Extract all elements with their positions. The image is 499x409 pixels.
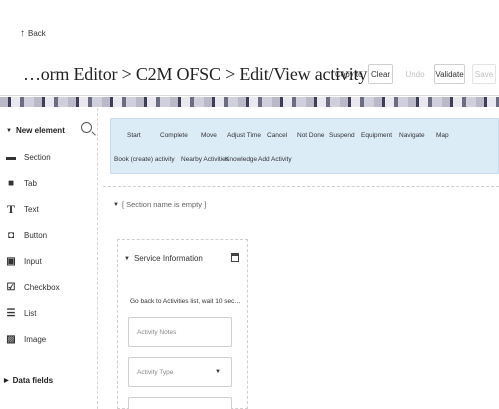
action-navigate[interactable]: Navigate: [399, 132, 425, 139]
section-name: [ Section name is empty ]: [121, 200, 207, 209]
service-section-title[interactable]: ▼ Service Information: [124, 254, 203, 263]
service-section-label: Service Information: [133, 254, 203, 263]
action-nearby-activities[interactable]: Nearby Activities: [181, 156, 229, 163]
text-icon: T: [6, 201, 15, 216]
action-map[interactable]: Map: [436, 132, 449, 139]
input-icon: ▣: [6, 255, 16, 267]
action-complete[interactable]: Complete: [160, 132, 188, 139]
checkbox-icon: ☑: [6, 281, 16, 293]
chevron-down-icon: ▼: [113, 201, 119, 208]
list-icon: ☰: [6, 307, 16, 319]
go-back-text: Go back to Activities list, wait 10 sec…: [130, 298, 241, 305]
actions-bar: Start Complete Move Adjust Time Cancel N…: [110, 118, 499, 174]
form-canvas: Start Complete Move Adjust Time Cancel N…: [103, 108, 499, 409]
action-add-activity[interactable]: Add Activity: [258, 156, 292, 163]
undo-button[interactable]: Undo: [403, 64, 427, 84]
palette-item-text[interactable]: T Text: [6, 201, 39, 216]
activity-type-placeholder: Activity Type: [137, 368, 174, 376]
action-adjust-time[interactable]: Adjust Time: [227, 132, 261, 139]
image-icon: ▨: [6, 333, 16, 345]
action-not-done[interactable]: Not Done: [297, 132, 324, 139]
new-element-label: New element: [15, 126, 65, 135]
palette-item-input[interactable]: ▣ Input: [6, 255, 42, 267]
section-header[interactable]: ▼ [ Section name is empty ]: [113, 200, 206, 209]
palette-item-label: Input: [24, 256, 42, 266]
palette-item-image[interactable]: ▨ Image: [6, 333, 47, 345]
back-link[interactable]: ↑ Back: [20, 28, 46, 39]
new-element-header[interactable]: ▼ New element: [6, 122, 96, 135]
palette-item-label: Button: [24, 230, 48, 240]
palette-item-section[interactable]: ▬ Section: [6, 151, 51, 163]
button-icon: ◘: [7, 229, 15, 241]
activity-type-select[interactable]: Activity Type ▼: [128, 357, 232, 387]
action-equipment[interactable]: Equipment: [361, 132, 392, 139]
palette-item-button[interactable]: ◘ Button: [6, 229, 48, 241]
action-move[interactable]: Move: [201, 132, 217, 139]
divider: [103, 186, 499, 187]
validate-button[interactable]: Validate: [434, 64, 465, 84]
action-suspend[interactable]: Suspend: [329, 132, 355, 139]
save-button[interactable]: Save: [472, 64, 496, 84]
data-fields-label: Data fields: [12, 376, 54, 385]
element-palette: ▼ New element ▬ Section ■ Tab T Text ◘ B…: [0, 108, 98, 409]
action-book-activity[interactable]: Book (create) activity: [114, 156, 175, 163]
header: ↑ Back …orm Editor > C2M OFSC > Edit/Vie…: [0, 0, 499, 96]
palette-item-label: Text: [24, 204, 39, 214]
palette-item-label: Section: [24, 152, 51, 162]
palette-item-label: Checkbox: [24, 282, 60, 292]
page-title: …orm Editor > C2M OFSC > Edit/View activ…: [23, 64, 368, 84]
palette-item-checkbox[interactable]: ☑ Checkbox: [6, 281, 60, 293]
decorative-band: [0, 97, 499, 107]
action-cancel[interactable]: Cancel: [267, 132, 287, 139]
chevron-down-icon: ▼: [124, 255, 130, 262]
activity-notes-field[interactable]: Activity Notes: [128, 317, 232, 347]
copy-to-dropdown[interactable]: Copy to ▼: [335, 70, 373, 79]
caret-down-icon: ▼: [215, 369, 221, 375]
service-information-section[interactable]: ▼ Service Information Go back to Activit…: [117, 239, 248, 409]
palette-item-label: Tab: [24, 178, 37, 188]
palette-item-list[interactable]: ☰ List: [6, 307, 37, 319]
chevron-right-icon: ▶: [4, 378, 9, 384]
tab-icon: ■: [7, 177, 15, 189]
field-partial[interactable]: [128, 397, 232, 409]
activity-notes-placeholder: Activity Notes: [137, 328, 177, 336]
arrow-up-icon: ↑: [20, 28, 25, 39]
form-editor-screen: ↑ Back …orm Editor > C2M OFSC > Edit/Vie…: [0, 0, 499, 409]
clear-button[interactable]: Clear: [368, 64, 393, 84]
copy-to-label: Copy to: [335, 70, 363, 79]
palette-item-label: List: [24, 308, 37, 318]
action-knowledge[interactable]: Knowledge: [225, 156, 257, 163]
palette-item-tab[interactable]: ■ Tab: [6, 177, 37, 189]
action-start[interactable]: Start: [127, 132, 141, 139]
palette-item-label: Image: [24, 334, 47, 344]
back-label: Back: [28, 29, 46, 38]
search-icon[interactable]: [81, 122, 92, 133]
data-fields-header[interactable]: ▶ Data fields: [4, 376, 96, 385]
section-icon: ▬: [6, 151, 16, 163]
section-icon[interactable]: [231, 253, 239, 262]
chevron-down-icon: ▼: [6, 127, 12, 134]
